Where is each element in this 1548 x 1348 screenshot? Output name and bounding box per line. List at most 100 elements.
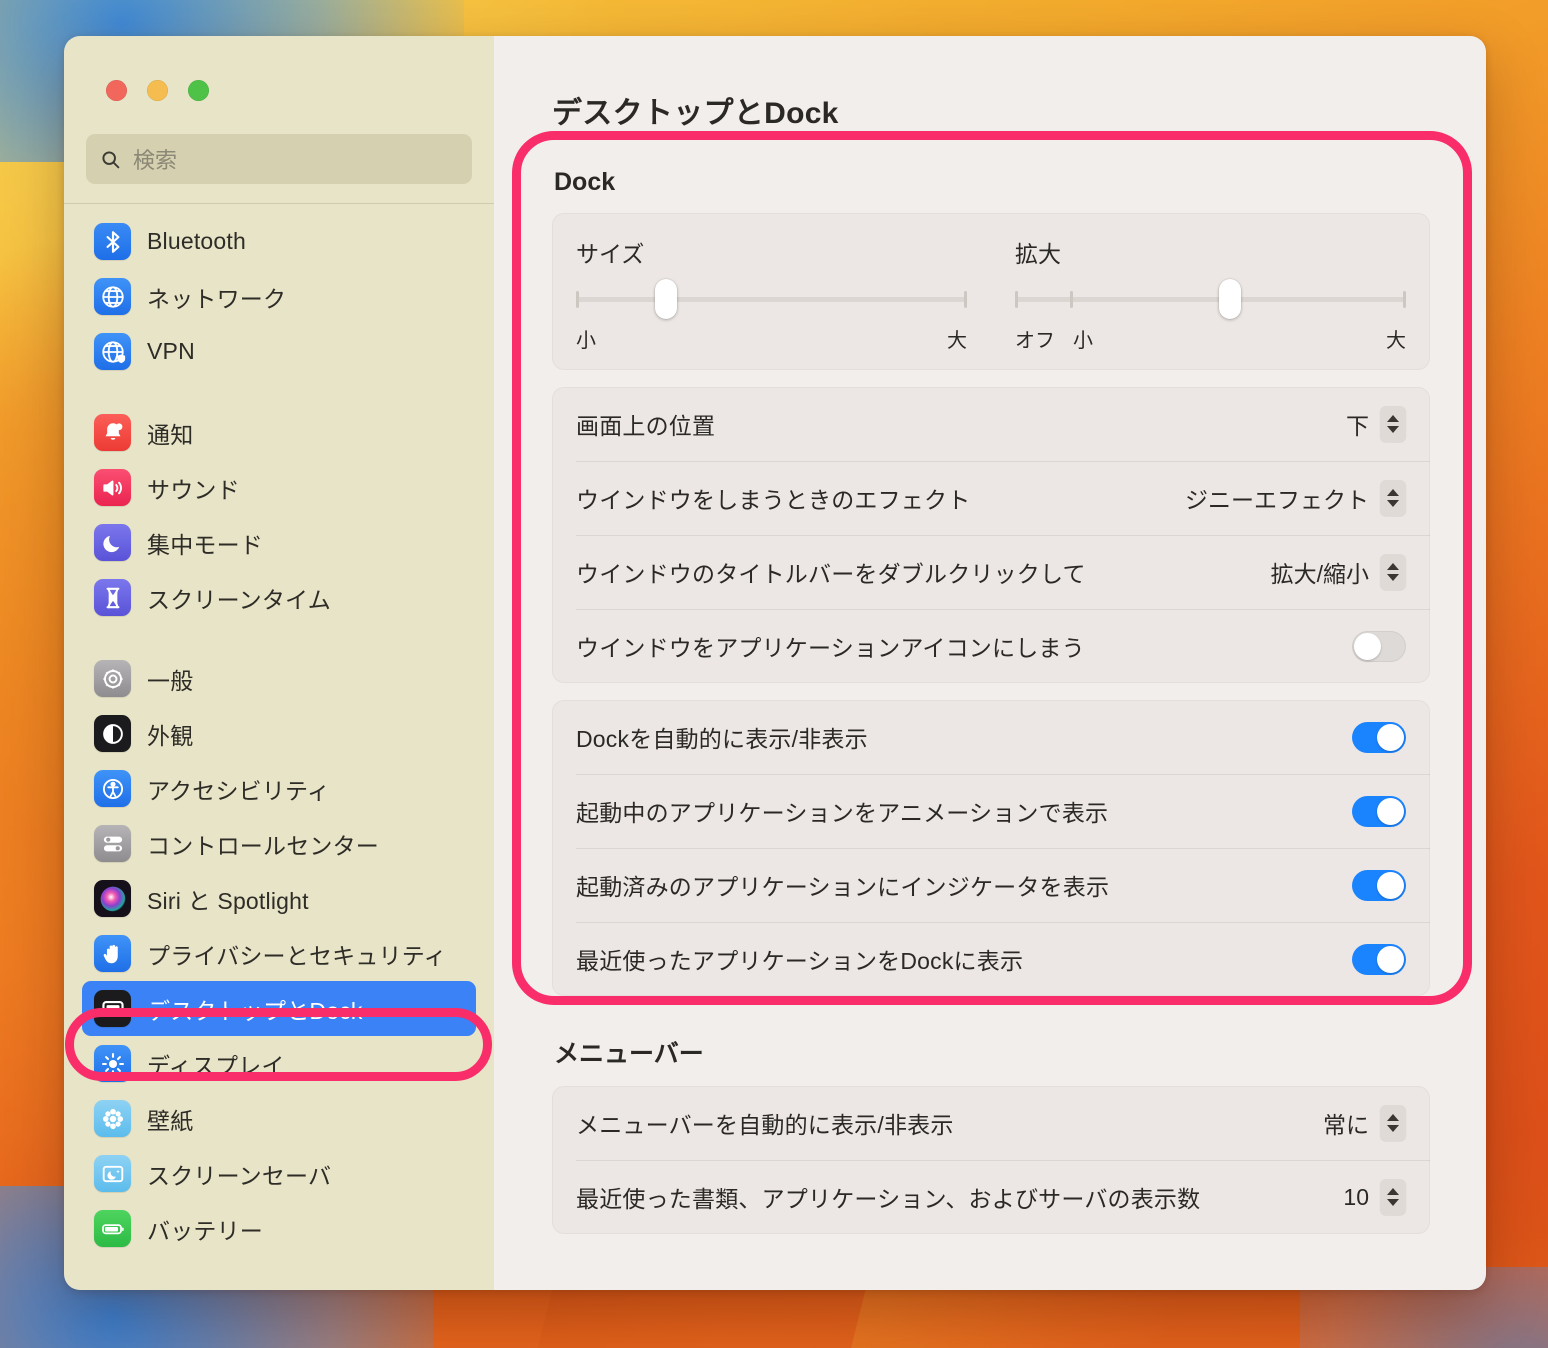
row-control[interactable]: 下 [1346,406,1406,442]
sidebar-item-focus[interactable]: 集中モード [82,515,476,570]
sidebar-item-label: VPN [147,338,195,364]
row-control[interactable]: 拡大/縮小 [1271,554,1406,590]
toggle-show-indicators[interactable] [1352,869,1406,901]
row-label: 起動中のアプリケーションをアニメーションで表示 [576,800,1109,826]
chevron-updown-icon[interactable] [1380,1179,1406,1215]
settings-content-pane: デスクトップとDock Dock サイズ 小 大 拡大 オフ 小 大 画面上の位… [494,36,1486,1290]
sidebar-item-vpn[interactable]: VPN [82,324,476,379]
chevron-updown-icon[interactable] [1380,554,1406,590]
dock-sliders-card: サイズ 小 大 拡大 オフ 小 大 [552,213,1430,370]
general-gear-icon [94,660,131,697]
sidebar-item-wallpaper[interactable]: 壁紙 [82,1091,476,1146]
sidebar-item-screensaver[interactable]: スクリーンセーバ [82,1146,476,1201]
toggle-knob [1377,871,1404,899]
row-titlebar-doubleclick[interactable]: ウインドウのタイトルバーをダブルクリックして 拡大/縮小 [552,535,1430,609]
sidebar-item-bluetooth[interactable]: Bluetooth [82,214,476,269]
popup-value: 10 [1343,1183,1369,1210]
row-show-recent-apps[interactable]: 最近使ったアプリケーションをDockに表示 [552,922,1430,996]
slider-thumb[interactable] [1219,279,1242,319]
toggle-knob [1377,797,1404,825]
dock-magnification-slider-group: 拡大 オフ 小 大 [991,235,1430,352]
page-title: デスクトップとDock [552,97,839,130]
slider-thumb[interactable] [654,279,677,319]
popup-value: 下 [1346,413,1369,439]
system-settings-window: 検索 Bluetooth ネットワーク VPN 通知 サウンド 集中モード スク… [64,36,1486,1290]
wallpaper-flower-icon [94,1100,131,1137]
dock-magnification-scale: オフ 小 大 [1015,324,1406,352]
row-minimize-into-app-icon[interactable]: ウインドウをアプリケーションアイコンにしまう [552,609,1430,683]
focus-moon-icon [94,524,131,561]
slider-tick-min [576,291,579,308]
sidebar-item-siri-spotlight[interactable]: Siri と Spotlight [82,871,476,926]
row-recent-items-count[interactable]: 最近使った書類、アプリケーション、およびサーバの表示数 10 [552,1160,1430,1234]
row-auto-hide-dock[interactable]: Dockを自動的に表示/非表示 [552,700,1430,774]
zoom-button[interactable] [188,80,209,101]
row-dock-position[interactable]: 画面上の位置 下 [552,387,1430,461]
row-label: メニューバーを自動的に表示/非表示 [576,1112,954,1138]
dock-size-slider-group: サイズ 小 大 [552,235,991,352]
sidebar-item-control-center[interactable]: コントロールセンター [82,816,476,871]
sidebar: 検索 Bluetooth ネットワーク VPN 通知 サウンド 集中モード スク… [64,36,494,1290]
toggle-knob [1354,632,1381,660]
sidebar-item-label: スクリーンタイム [147,586,331,613]
search-container: 検索 [64,101,494,184]
dock-size-max-label: 大 [947,330,967,352]
section-title-dock: Dock [554,168,616,196]
search-icon [100,149,121,170]
search-field[interactable]: 検索 [86,134,472,184]
sidebar-item-appearance[interactable]: 外観 [82,706,476,761]
row-minimize-effect[interactable]: ウインドウをしまうときのエフェクト ジニーエフェクト [552,461,1430,535]
dock-toggles-card: Dockを自動的に表示/非表示 起動中のアプリケーションをアニメーションで表示 … [552,700,1430,996]
menubar-options-card: メニューバーを自動的に表示/非表示 常に 最近使った書類、アプリケーション、およ… [552,1086,1430,1234]
row-control[interactable]: 常に [1323,1105,1406,1141]
toggle-auto-hide-dock[interactable] [1352,721,1406,753]
row-animate-opening-apps[interactable]: 起動中のアプリケーションをアニメーションで表示 [552,774,1430,848]
toggle-animate-opening-apps[interactable] [1352,795,1406,827]
sidebar-item-display[interactable]: ディスプレイ [82,1036,476,1091]
row-show-indicators[interactable]: 起動済みのアプリケーションにインジケータを表示 [552,848,1430,922]
toggle-minimize-into-app-icon[interactable] [1352,630,1406,662]
dock-magnification-slider[interactable] [1015,279,1406,319]
screensaver-icon [94,1155,131,1192]
sidebar-item-label: アクセシビリティ [147,777,331,804]
sidebar-item-battery[interactable]: バッテリー [82,1201,476,1256]
vpn-globe-icon [94,333,131,370]
control-center-icon [94,825,131,862]
accessibility-icon [94,770,131,807]
screentime-hourglass-icon [94,579,131,616]
row-label: 最近使ったアプリケーションをDockに表示 [576,948,1024,974]
display-brightness-icon [94,1045,131,1082]
chevron-updown-icon[interactable] [1380,1105,1406,1141]
sidebar-item-notifications[interactable]: 通知 [82,405,476,460]
toggle-knob [1377,723,1404,751]
sidebar-item-label: サウンド [147,476,240,503]
sidebar-item-network[interactable]: ネットワーク [82,269,476,324]
close-button[interactable] [106,80,127,101]
sidebar-item-general[interactable]: 一般 [82,651,476,706]
siri-icon [94,880,131,917]
toggle-show-recent-apps[interactable] [1352,943,1406,975]
section-title-menubar: メニューバー [554,1040,704,1068]
sidebar-item-privacy-security[interactable]: プライバシーとセキュリティ [82,926,476,981]
minimize-button[interactable] [147,80,168,101]
row-label: 起動済みのアプリケーションにインジケータを表示 [576,874,1110,900]
row-label: ウインドウをしまうときのエフェクト [576,487,971,513]
slider-tick-max [1403,291,1406,308]
row-auto-hide-menubar[interactable]: メニューバーを自動的に表示/非表示 常に [552,1086,1430,1160]
sidebar-item-label: 外観 [147,722,194,749]
chevron-updown-icon[interactable] [1380,406,1406,442]
sidebar-item-accessibility[interactable]: アクセシビリティ [82,761,476,816]
sidebar-item-label: Bluetooth [147,228,246,254]
popup-value: ジニーエフェクト [1185,487,1369,513]
sidebar-item-label: ネットワーク [147,285,287,312]
row-control[interactable]: ジニーエフェクト [1185,480,1406,516]
dock-size-slider[interactable] [576,279,967,319]
window-traffic-lights [64,36,494,101]
sidebar-item-sound[interactable]: サウンド [82,460,476,515]
dock-magnification-off-label: オフ [1015,330,1055,352]
chevron-updown-icon[interactable] [1380,480,1406,516]
sound-speaker-icon [94,469,131,506]
sidebar-item-desktop-and-dock[interactable]: デスクトップとDock [82,981,476,1036]
row-control[interactable]: 10 [1343,1179,1406,1215]
sidebar-item-screentime[interactable]: スクリーンタイム [82,570,476,625]
